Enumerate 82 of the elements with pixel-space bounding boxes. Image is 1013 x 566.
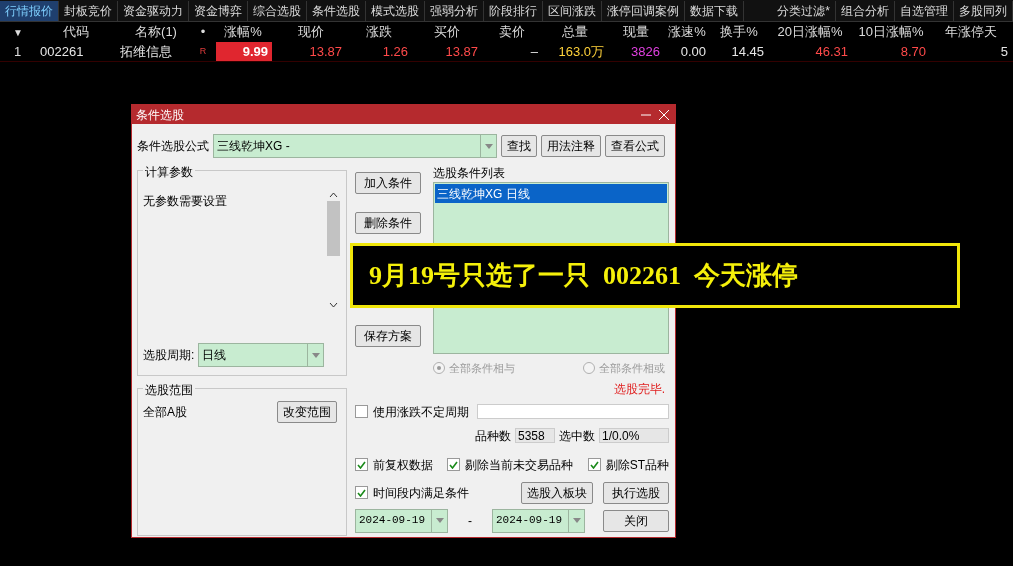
table-cell-text: 3826 [631, 42, 660, 61]
table-cell-text: 46.31 [815, 42, 848, 61]
column-header[interactable]: • [196, 22, 210, 42]
column-header[interactable]: 现量 [608, 22, 664, 42]
params-message: 无参数需要设置 [143, 193, 228, 210]
end-date-picker[interactable]: 2024-09-19 [492, 508, 585, 533]
checkbox-label: 时间段内满足条件 [373, 484, 469, 502]
table-cell-text: 163.0万 [558, 42, 604, 61]
scroll-up-icon[interactable] [329, 192, 338, 198]
dropdown-caret-icon [431, 509, 447, 532]
column-header[interactable]: 代码 [36, 22, 116, 42]
column-header[interactable]: 卖价 [482, 22, 542, 42]
group-title: 选股范围 [143, 381, 195, 399]
list-title: 选股条件列表 [433, 165, 506, 182]
column-header[interactable]: 年涨停天 [930, 22, 1012, 42]
close-button[interactable]: 关闭 [603, 509, 669, 532]
column-header[interactable]: 涨幅% [210, 22, 276, 42]
column-header[interactable]: 涨速% [664, 22, 710, 42]
checkbox[interactable] [355, 405, 368, 418]
checkbox[interactable] [355, 486, 368, 499]
range-value: 全部A股 [143, 404, 187, 421]
start-date-picker[interactable]: 2024-09-19 [355, 508, 448, 533]
condition-action-button[interactable]: 加入条件 [355, 172, 421, 194]
checkbox[interactable] [447, 458, 461, 471]
formula-dropdown[interactable]: 三线乾坤XG - [213, 134, 497, 158]
table-cell-text: R [199, 44, 207, 58]
count-label: 品种数 [475, 427, 511, 445]
formula-action-button[interactable]: 用法注释 [541, 135, 601, 157]
dropdown-caret-icon [568, 509, 584, 532]
field-label: 条件选股公式 [137, 138, 209, 155]
sort-icon[interactable]: ▼ [0, 24, 36, 40]
table-cell-text: 8.70 [900, 42, 926, 61]
run-selection-button[interactable]: 执行选股 [603, 481, 669, 504]
count-value: 5358 [515, 428, 555, 443]
table-cell-text: 1.26 [382, 42, 408, 61]
change-range-button[interactable]: 改变范围 [277, 401, 337, 423]
column-header[interactable]: 20日涨幅% [768, 22, 852, 42]
market-tab[interactable]: 行情报价 [0, 0, 59, 21]
formula-action-button[interactable]: 查看公式 [605, 135, 665, 157]
group-title: 计算参数 [143, 163, 195, 181]
column-header[interactable]: 总量 [542, 22, 608, 42]
column-header[interactable]: 名称(1) [116, 22, 196, 42]
condition-item[interactable]: 三线乾坤XG 日线 [435, 184, 667, 203]
period-input[interactable] [477, 404, 669, 419]
table-cell: 9.99 [216, 41, 272, 62]
status-message: 选股完毕. [613, 380, 665, 398]
row-number: 1 [13, 42, 23, 61]
count-value: 1/0.0% [599, 428, 669, 443]
checkbox-label: 前复权数据 [373, 456, 433, 474]
close-icon[interactable] [659, 109, 669, 120]
table-cell-text: 13.87 [309, 42, 342, 61]
column-header[interactable]: 现价 [276, 22, 346, 42]
table-cell-text: 5 [1000, 42, 1008, 61]
checkbox[interactable] [355, 458, 368, 471]
radio-label: 全部条件相或 [599, 361, 665, 376]
checkbox[interactable] [587, 458, 601, 471]
column-header[interactable]: 买价 [412, 22, 482, 42]
table-cell-text: 0.00 [680, 42, 706, 61]
checkbox-label: 剔除ST品种 [605, 456, 669, 474]
scroll-down-icon[interactable] [329, 302, 338, 308]
date-separator: - [468, 512, 472, 530]
checkbox-label: 剔除当前未交易品种 [465, 456, 574, 474]
dropdown-caret-icon [480, 135, 496, 157]
add-to-block-button[interactable]: 选股入板块 [521, 481, 593, 504]
table-cell-text: 14.45 [731, 42, 764, 61]
count-label: 选中数 [559, 427, 595, 445]
caption-banner: 9月19号只选了一只 002261 今天涨停 [350, 243, 960, 308]
table-cell-text: 13.87 [445, 42, 478, 61]
column-header[interactable]: 10日涨幅% [852, 22, 930, 42]
table-cell-text: 拓维信息 [120, 42, 172, 61]
formula-action-button[interactable]: 查找 [501, 135, 537, 157]
checkbox-label: 使用涨跌不定周期 [373, 403, 469, 421]
period-dropdown[interactable]: 日线 [198, 343, 325, 367]
table-cell-text: – [530, 42, 538, 61]
condition-action-button[interactable]: 保存方案 [355, 325, 421, 347]
column-header[interactable]: 换手% [710, 22, 768, 42]
table-cell-text: 002261 [40, 42, 84, 61]
column-header[interactable]: 涨跌 [346, 22, 412, 42]
field-label: 选股周期: [143, 347, 195, 364]
condition-action-button[interactable]: 删除条件 [355, 212, 421, 234]
radio-label: 全部条件相与 [449, 361, 515, 376]
window-title: 条件选股 [136, 106, 185, 124]
